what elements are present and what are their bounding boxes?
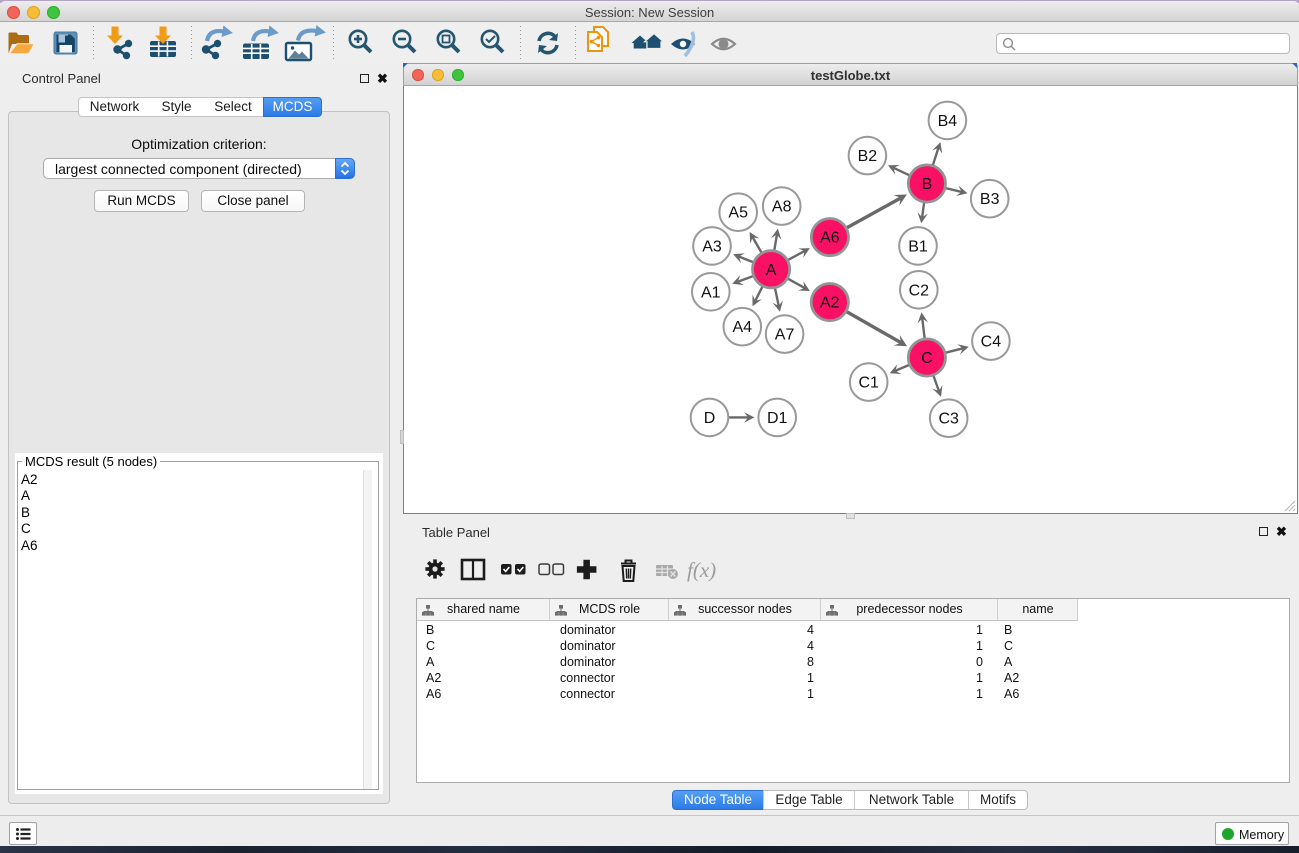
svg-text:f(x): f(x) bbox=[687, 558, 716, 582]
svg-text:A3: A3 bbox=[702, 238, 722, 255]
svg-text:A7: A7 bbox=[775, 327, 795, 344]
svg-text:D1: D1 bbox=[767, 410, 788, 427]
svg-text:A4: A4 bbox=[733, 319, 753, 336]
svg-text:C: C bbox=[921, 350, 933, 367]
svg-text:A5: A5 bbox=[728, 205, 748, 222]
svg-text:B3: B3 bbox=[980, 191, 1000, 208]
svg-text:D: D bbox=[704, 410, 716, 427]
svg-text:C2: C2 bbox=[909, 282, 930, 299]
svg-text:C1: C1 bbox=[858, 375, 879, 392]
svg-text:B: B bbox=[922, 176, 933, 193]
svg-text:A2: A2 bbox=[820, 295, 840, 312]
svg-text:B1: B1 bbox=[908, 238, 928, 255]
svg-text:B4: B4 bbox=[938, 113, 958, 130]
svg-text:A8: A8 bbox=[772, 199, 792, 216]
svg-text:A1: A1 bbox=[701, 284, 721, 301]
svg-text:A: A bbox=[766, 262, 777, 279]
svg-text:B2: B2 bbox=[858, 148, 878, 165]
svg-text:C4: C4 bbox=[981, 334, 1002, 351]
svg-text:A6: A6 bbox=[820, 230, 840, 247]
svg-text:C3: C3 bbox=[938, 411, 959, 428]
